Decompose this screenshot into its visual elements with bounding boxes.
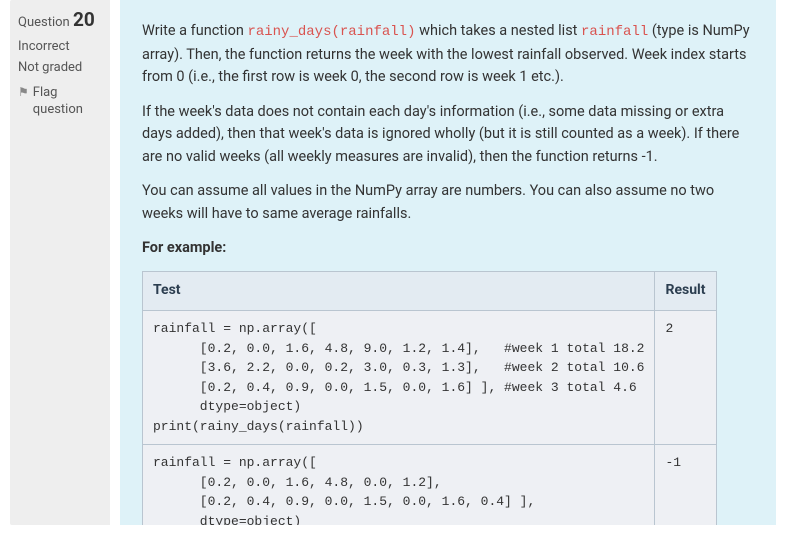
- col-header-test: Test: [143, 272, 655, 311]
- question-label: Question 20: [18, 10, 102, 31]
- result-text: 2: [665, 319, 705, 339]
- cell-test: rainfall = np.array([ [0.2, 0.0, 1.6, 4.…: [143, 311, 655, 445]
- for-example-label: For example:: [142, 237, 754, 259]
- question-status: Incorrect: [18, 39, 102, 54]
- paragraph-1: Write a function rainy_days(rainfall) wh…: [142, 20, 754, 89]
- flag-question-link[interactable]: ⚑ Flag question: [18, 85, 102, 119]
- table-row: rainfall = np.array([ [0.2, 0.0, 1.6, 4.…: [143, 311, 717, 445]
- question-number: 20: [73, 8, 95, 31]
- paragraph-2: If the week's data does not contain each…: [142, 101, 754, 168]
- flag-icon: ⚑: [18, 85, 29, 101]
- question-word: Question: [18, 15, 70, 30]
- code-inline-param: rainfall: [581, 24, 648, 40]
- code-block: rainfall = np.array([ [0.2, 0.0, 1.6, 4.…: [153, 453, 644, 525]
- paragraph-1-text-a: Write a function: [142, 22, 247, 39]
- cell-result: -1: [655, 445, 716, 525]
- example-table: Test Result rainfall = np.array([ [0.2, …: [142, 271, 717, 525]
- table-row: rainfall = np.array([ [0.2, 0.0, 1.6, 4.…: [143, 445, 717, 525]
- code-inline-function: rainy_days(rainfall): [247, 24, 415, 40]
- question-sidebar: Question 20 Incorrect Not graded ⚑ Flag …: [10, 0, 110, 525]
- table-header-row: Test Result: [143, 272, 717, 311]
- result-text: -1: [665, 453, 705, 473]
- for-example-text: For example:: [142, 239, 226, 256]
- flag-question-label: Flag question: [33, 85, 102, 119]
- paragraph-3: You can assume all values in the NumPy a…: [142, 180, 754, 225]
- question-grade: Not graded: [18, 60, 102, 75]
- question-wrap: Question 20 Incorrect Not graded ⚑ Flag …: [10, 0, 776, 525]
- question-content: Write a function rainy_days(rainfall) wh…: [120, 0, 776, 525]
- paragraph-1-text-b: which takes a nested list: [415, 22, 581, 39]
- cell-result: 2: [655, 311, 716, 445]
- col-header-result: Result: [655, 272, 716, 311]
- cell-test: rainfall = np.array([ [0.2, 0.0, 1.6, 4.…: [143, 445, 655, 525]
- code-block: rainfall = np.array([ [0.2, 0.0, 1.6, 4.…: [153, 319, 644, 436]
